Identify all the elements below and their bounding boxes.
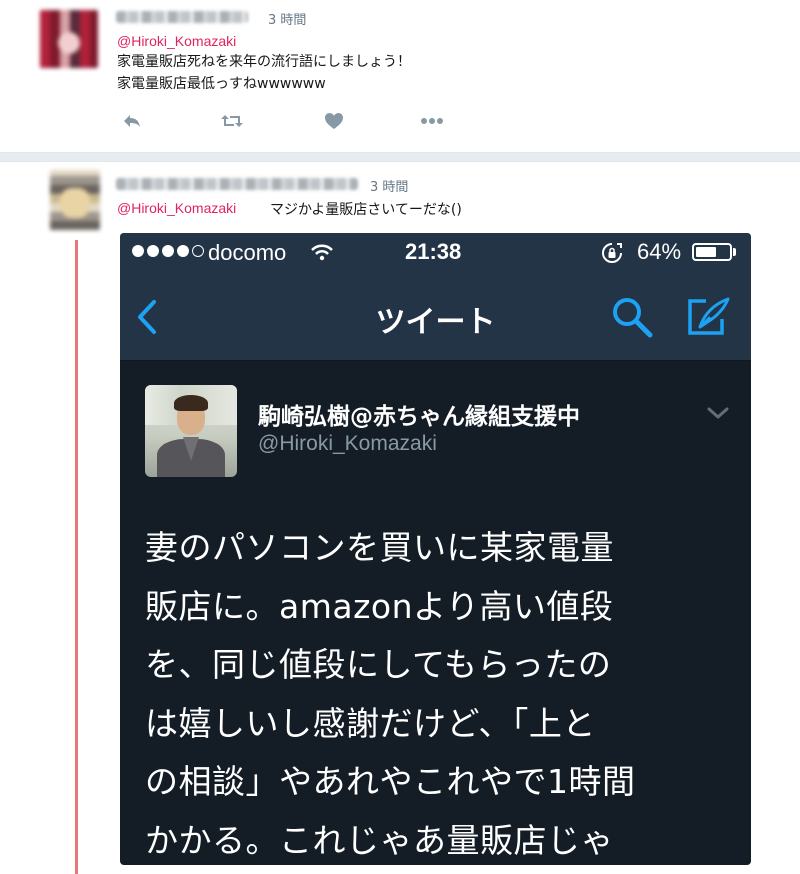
attached-screenshot[interactable]: docomo 21:38 64% ツイート 駒崎弘樹@赤ちゃん縁組支援中 @Hi… (120, 233, 751, 865)
screenshot-page-title: ツイート (375, 305, 496, 340)
profile-avatar[interactable] (145, 385, 237, 477)
display-name[interactable]: 駒崎弘樹@赤ちゃん縁組支援中 (258, 397, 580, 431)
avatar-blurred[interactable] (50, 170, 100, 230)
phone-status-bar: docomo 21:38 64% (120, 233, 751, 273)
rotation-lock-icon (602, 243, 622, 263)
chevron-down-icon[interactable] (706, 405, 730, 421)
battery-percent: 64% (637, 239, 682, 264)
avatar-blurred[interactable] (40, 10, 98, 68)
reply-mention-link[interactable]: @Hiroki_Komazaki (117, 33, 236, 49)
tweet-1: 3 時間 @Hiroki_Komazaki 家電量販店死ねを来年の流行語にしまし… (0, 0, 800, 152)
tweet-text-line: かかる。これじゃあ量販店じゃ (145, 820, 614, 860)
screenshot-nav-bar: ツイート (120, 273, 751, 361)
retweet-icon (221, 115, 243, 127)
like-button[interactable] (320, 110, 348, 132)
tweet-text-line: 家電量販店最低っすねwwwwww (117, 76, 326, 92)
tweet-text-line: は嬉しいし感謝だけど、「上と (145, 703, 596, 743)
tweet-timestamp[interactable]: 3 時間 (268, 9, 306, 28)
wifi-icon (311, 244, 333, 261)
search-icon[interactable] (610, 295, 654, 339)
battery-icon (692, 243, 732, 261)
tweet-timestamp[interactable]: 3 時間 (370, 176, 408, 195)
tweet-text-line: の相談」やあれやこれやで1時間 (145, 762, 636, 801)
tweet-text-line: 販店に。amazonより高い値段 (145, 586, 614, 626)
tweet-divider (0, 152, 800, 162)
thread-connector-line (75, 240, 78, 874)
more-button[interactable] (418, 110, 446, 132)
tweet-text-line: を、同じ値段にしてもらったの (145, 645, 612, 684)
user-handle[interactable]: @Hiroki_Komazaki (258, 432, 437, 456)
username-blurred[interactable] (116, 178, 358, 190)
retweet-button[interactable] (218, 110, 246, 132)
screenshot-tweet-text: 妻のパソコンを買いに某家電量 販店に。amazonより高い値段 を、同じ値段にし… (145, 519, 745, 865)
signal-strength-icon (132, 245, 204, 257)
reply-mention-link[interactable]: @Hiroki_Komazaki (117, 200, 236, 216)
compose-icon[interactable] (686, 295, 732, 337)
reply-icon (124, 115, 140, 127)
reply-button[interactable] (118, 110, 146, 132)
like-icon (325, 113, 343, 129)
tweet-text-line: 家電量販店死ねを来年の流行語にしましょう！ (117, 54, 411, 70)
tweet-text: マジかよ量販店さいてーだな() (270, 202, 462, 218)
status-clock: 21:38 (405, 239, 462, 264)
more-icon (421, 118, 443, 124)
battery-cap (733, 248, 736, 256)
username-blurred[interactable] (116, 11, 248, 23)
tweet-text-line: 妻のパソコンを買いに某家電量 (145, 528, 614, 567)
carrier-name: docomo (208, 240, 287, 265)
battery-level (696, 247, 716, 257)
